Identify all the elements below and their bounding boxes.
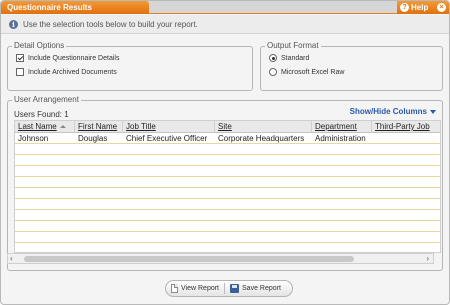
column-header-department[interactable]: Department: [312, 121, 372, 133]
cell-last-name: Johnson: [18, 134, 49, 143]
disk-icon: [230, 284, 240, 293]
cell-first-name: Douglas: [78, 134, 108, 143]
empty-row: [15, 232, 440, 243]
output-format-group: Output Format Standard Microsoft Excel R…: [260, 41, 443, 91]
info-text: Use the selection tools below to build y…: [23, 19, 198, 29]
scroll-left-icon[interactable]: ‹: [10, 254, 13, 264]
detail-options-legend: Detail Options: [12, 41, 67, 51]
header-actions: ? Help ×: [397, 1, 449, 14]
horizontal-scrollbar[interactable]: ‹ ›: [7, 253, 434, 264]
document-icon: [171, 284, 178, 293]
empty-row: [15, 210, 440, 221]
standard-option[interactable]: Standard: [269, 54, 309, 62]
empty-row: [15, 243, 440, 252]
help-label: Help: [411, 3, 429, 12]
column-header-last-name[interactable]: Last Name: [15, 121, 75, 133]
empty-row: [15, 144, 440, 155]
empty-row: [15, 199, 440, 210]
empty-row: [15, 221, 440, 232]
empty-row: [15, 166, 440, 177]
empty-row: [15, 155, 440, 166]
dialog-header: Questionnaire Results ? Help ×: [1, 1, 449, 14]
scrollbar-thumb[interactable]: [24, 256, 354, 262]
empty-row: [15, 188, 440, 199]
column-header-first-name[interactable]: First Name: [75, 121, 123, 133]
help-icon: ?: [400, 3, 409, 12]
cell-third-party-job: [372, 133, 440, 144]
include-questionnaire-details-checkbox[interactable]: [16, 54, 24, 62]
close-icon[interactable]: ×: [437, 3, 446, 12]
user-arrangement-group: User Arrangement Users Found: 1 Show/Hid…: [7, 95, 443, 271]
report-dialog: Questionnaire Results ? Help × i Use the…: [0, 0, 450, 305]
empty-row: [15, 177, 440, 188]
cell-job-title: Chief Executive Officer: [126, 134, 208, 143]
output-format-legend: Output Format: [265, 41, 321, 51]
sort-ascending-icon: [59, 125, 66, 129]
include-archived-documents-checkbox[interactable]: [16, 68, 24, 76]
users-found-count: Users Found: 1: [14, 110, 69, 119]
users-grid: Last Name First Name Job Title Site Depa…: [14, 120, 441, 253]
info-icon: i: [9, 19, 18, 29]
help-button[interactable]: ? Help: [400, 2, 428, 13]
save-report-button[interactable]: Save Report: [225, 281, 286, 296]
view-report-button[interactable]: View Report: [166, 281, 224, 296]
show-hide-columns-label: Show/Hide Columns: [349, 107, 427, 116]
microsoft-excel-raw-option[interactable]: Microsoft Excel Raw: [269, 68, 344, 76]
view-report-label: View Report: [181, 285, 220, 292]
microsoft-excel-raw-label: Microsoft Excel Raw: [281, 68, 345, 76]
user-arrangement-legend: User Arrangement: [12, 95, 81, 105]
detail-options-group: Detail Options Include Questionnaire Det…: [7, 41, 253, 91]
standard-label: Standard: [281, 54, 310, 62]
column-header-site[interactable]: Site: [215, 121, 312, 133]
include-archived-documents-option[interactable]: Include Archived Documents: [16, 68, 117, 76]
scroll-right-icon[interactable]: ›: [426, 254, 429, 264]
caret-down-icon: [430, 109, 436, 114]
include-questionnaire-details-label: Include Questionnaire Details: [28, 54, 120, 62]
table-row[interactable]: Johnson Douglas Chief Executive Officer …: [15, 133, 440, 144]
include-archived-documents-label: Include Archived Documents: [28, 68, 117, 76]
standard-radio[interactable]: [269, 54, 277, 62]
show-hide-columns-button[interactable]: Show/Hide Columns: [350, 107, 436, 116]
cell-department: Administration: [315, 134, 366, 143]
cell-site: Corporate Headquarters: [218, 134, 305, 143]
info-bar: i Use the selection tools below to build…: [1, 15, 449, 34]
grid-header: Last Name First Name Job Title Site Depa…: [15, 121, 440, 133]
include-questionnaire-details-option[interactable]: Include Questionnaire Details: [16, 54, 119, 62]
column-header-third-party-job[interactable]: Third-Party Job: [372, 121, 440, 133]
report-actions: View Report Save Report: [165, 280, 293, 297]
dialog-title: Questionnaire Results: [1, 1, 149, 14]
save-report-label: Save Report: [242, 285, 281, 292]
column-header-job-title[interactable]: Job Title: [123, 121, 215, 133]
microsoft-excel-raw-radio[interactable]: [269, 68, 277, 76]
